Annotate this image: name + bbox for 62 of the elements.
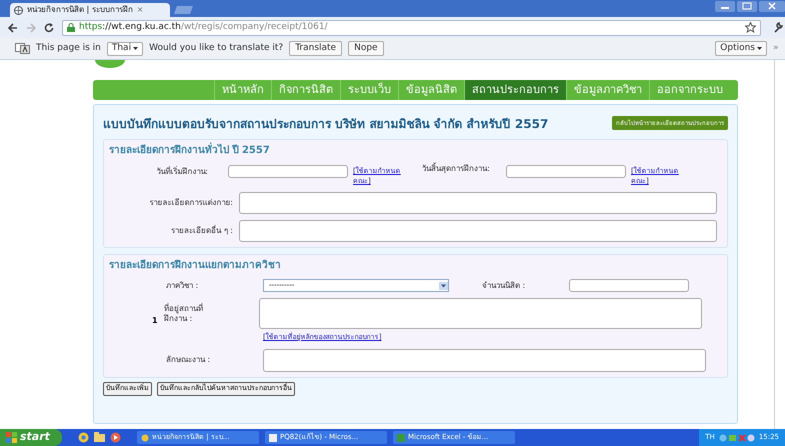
translate-message: This page is in [36, 42, 101, 55]
wrench-icon[interactable] [773, 22, 783, 33]
media-icon[interactable] [110, 432, 121, 443]
nav-tab[interactable]: สถานประกอบการ [464, 80, 566, 100]
more-chevron[interactable]: » [773, 42, 785, 56]
field-label: วันสิ้นสุดการฝึกงาน: [421, 164, 491, 174]
nope-button[interactable]: Nope [348, 41, 384, 56]
new-tab-icon[interactable] [174, 5, 196, 15]
nav-tab[interactable]: กิจการนิสิต [271, 80, 340, 100]
options-button[interactable]: Options [715, 41, 767, 56]
field-label: ภาควิชา : [166, 280, 200, 292]
text-area[interactable] [259, 298, 702, 329]
caret-icon [133, 47, 138, 50]
caret-icon [439, 282, 448, 290]
translate-question: Would you like to translate it? [149, 42, 284, 55]
address-bar[interactable]: https://wt.eng.ku.ac.th/wt/regis/company/receipt/1061/ [62, 20, 761, 36]
input-field[interactable] [569, 279, 689, 292]
row-number: 1 [152, 314, 159, 326]
browser-icon [141, 434, 149, 442]
field-label: วันที่เริ่มฝึกงาน: [155, 165, 209, 177]
field-label: ที่อยู่สถานที่ฝึกงาน : [164, 304, 204, 324]
caret-icon [757, 47, 762, 50]
text-area[interactable] [239, 220, 717, 242]
reload-icon[interactable] [44, 22, 54, 32]
section-title: รายละเอียดการฝึกงานแยกตามภาควิชา [109, 258, 282, 273]
tray-icons-drawing [718, 434, 755, 442]
input-field[interactable] [228, 165, 348, 178]
lock-icon [67, 23, 75, 32]
nav-tab[interactable]: ออกจากระบบ [649, 80, 730, 100]
browser-tab[interactable]: หน่วยกิจการนิสิต | ระบบการฝึก × [10, 3, 170, 17]
tab-close-button[interactable]: × [136, 4, 144, 16]
translate-button[interactable]: Translate [289, 41, 342, 56]
text-area[interactable] [239, 192, 717, 214]
browser-icon[interactable] [78, 432, 89, 443]
close-icon[interactable] [759, 1, 785, 12]
logo-icon [95, 60, 125, 68]
minimize-icon[interactable] [715, 1, 735, 12]
document-icon [397, 434, 405, 442]
start-button[interactable]: start [0, 429, 62, 446]
forward-arrow-icon[interactable] [26, 22, 36, 32]
form-title: แบบบันทึกแบบตอบรับจากสถานประกอบการ บริษัท สยามมิชลิน จำกัด สำหรับปี 2557 [103, 116, 550, 133]
language-dropdown[interactable]: Thai [106, 42, 144, 56]
nav-tab[interactable]: หน้าหลัก [214, 80, 271, 100]
translate-icon [15, 43, 30, 54]
globe-icon [14, 6, 23, 14]
folder-icon[interactable] [94, 432, 105, 443]
nav-tab[interactable]: ข้อมูลภาควิชา [566, 80, 649, 100]
section-title: รายละเอียดการฝึกงานทั่วไป ปี 2557 [109, 143, 722, 158]
field-label: ลักษณะงาน : [166, 354, 212, 366]
windows-logo-icon [6, 432, 17, 443]
star-icon [745, 22, 756, 33]
back-arrow-icon[interactable] [8, 22, 18, 32]
tab-title: หน่วยกิจการนิสิต | ระบบการฝึก [27, 4, 133, 16]
nav-tab[interactable]: ระบบเว็บ [340, 80, 398, 100]
input-field[interactable] [506, 165, 626, 178]
field-label: รายละเอียดอื่น ๆ : [170, 226, 234, 236]
text-area[interactable] [263, 348, 706, 372]
maximize-icon[interactable] [737, 1, 757, 12]
url-text: https://wt.eng.ku.ac.th/wt/regis/company/receipt/1061/ [79, 20, 328, 34]
document-icon [269, 434, 277, 442]
field-label: รายละเอียดการแต่งกาย: [148, 198, 234, 208]
field-label: จำนวนนิสิต : [482, 280, 526, 292]
